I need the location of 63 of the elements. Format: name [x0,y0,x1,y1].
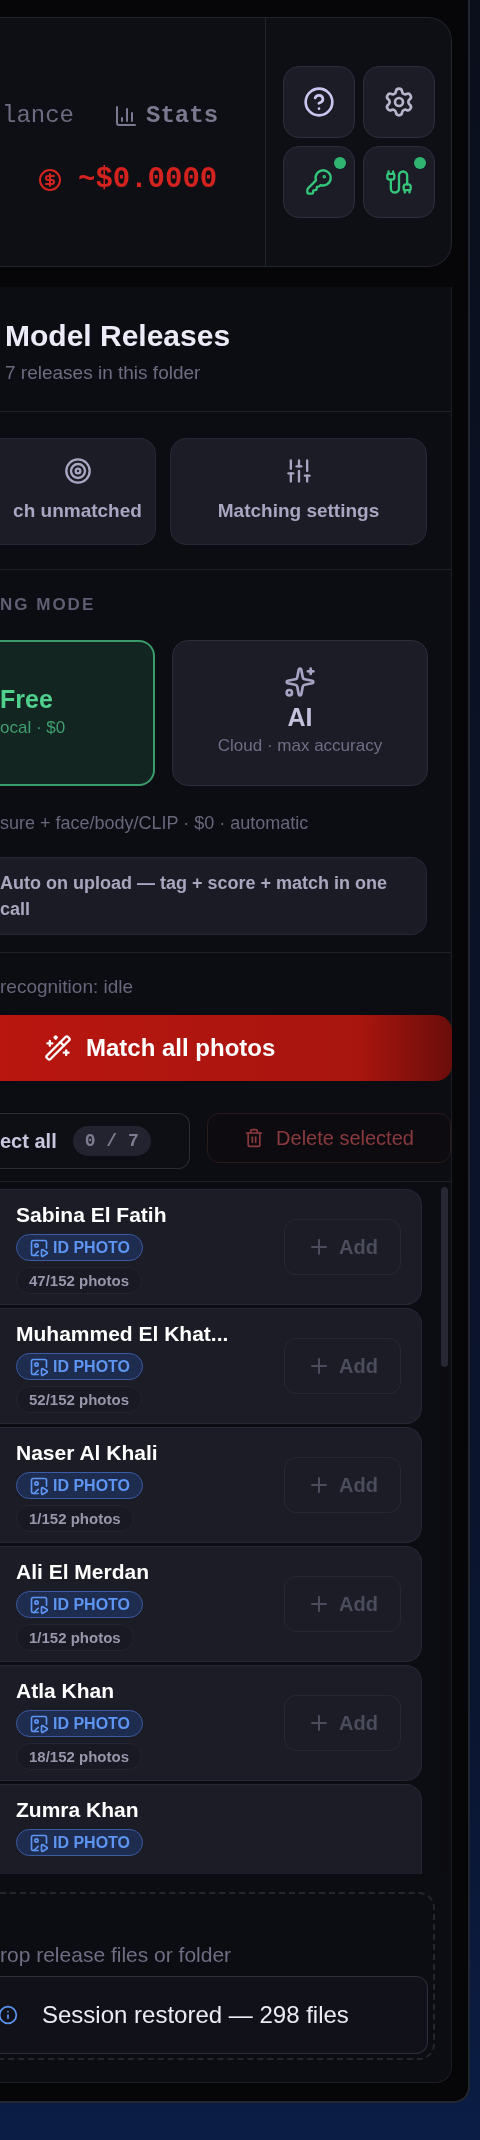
dollar-icon [38,167,62,192]
info-icon [0,2003,18,2027]
model-name: Sabina El Fatih [16,1202,167,1228]
key-icon [305,168,333,196]
select-all-button[interactable]: ect all 0 / 7 [0,1113,190,1169]
selection-count: 0 / 7 [72,1126,151,1156]
badge-text: ID PHOTO [53,1356,131,1377]
settings-button[interactable] [363,66,435,138]
help-button[interactable] [283,66,355,138]
photo-count: 52/152 photos [16,1386,143,1414]
connection-button[interactable] [363,146,435,218]
badge-text: ID PHOTO [53,1713,131,1734]
sliders-icon [284,457,313,486]
image-icon [29,1475,49,1496]
mode-description: sure + face/body/CLIP · $0 · automatic [0,811,310,835]
photo-count: 1/152 photos [16,1624,134,1652]
photo-count: 1/152 photos [16,1505,134,1533]
cost-value: ~$0.0000 [78,162,218,198]
mode-option[interactable]: AI Cloud · max accuracy [172,639,428,786]
panel-title: Model Releases [5,318,232,354]
drop-zone-text: rop release files or folder [0,1941,233,1968]
badge-text: ID PHOTO [53,1237,131,1258]
image-icon [29,1713,49,1734]
action-button[interactable]: ch unmatched [0,438,156,545]
panel-subtitle: 7 releases in this folder [5,360,202,385]
bar-chart-icon [114,104,138,128]
badge-text: ID PHOTO [53,1594,131,1615]
toast-text: Session restored — 298 files [42,2000,349,2030]
mode-title: Free [0,684,53,716]
drop-zone[interactable]: rop release files or folder Session restored — 298 files [0,1892,435,2060]
match-all-button[interactable]: Match all photos [0,1015,452,1081]
api-key-button[interactable] [283,146,355,218]
image-icon [29,1237,49,1258]
mode-title: AI [287,702,313,734]
trash-icon [244,1128,265,1148]
stats-tab[interactable]: Stats [114,98,219,134]
sparkle-icon [284,666,316,699]
delete-selected-button: Delete selected [207,1113,451,1163]
section-heading: NG MODE [0,594,97,616]
balance-tab[interactable]: lance [2,98,74,134]
photo-count: 47/152 photos [16,1267,143,1295]
image-icon [29,1594,49,1615]
mode-subtitle: ocal · $0 [0,717,66,740]
image-icon [29,1832,49,1853]
settings-icon [383,86,415,118]
target-icon [63,457,92,486]
model-name: Zumra Khan [16,1797,139,1823]
model-name: Naser Al Khali [16,1440,158,1466]
plug-icon [385,168,413,196]
badge-text: ID PHOTO [53,1832,131,1853]
wand-icon [44,1034,72,1062]
action-button[interactable]: Matching settings [170,438,427,545]
mode-option[interactable]: Free ocal · $0 [0,639,155,786]
recognition-status: recognition: idle [0,974,135,999]
mode-subtitle: Cloud · max accuracy [217,735,383,758]
help-icon [303,86,335,118]
model-name: Ali El Merdan [16,1559,150,1585]
photo-count: 18/152 photos [16,1743,143,1771]
model-name: Atla Khan [16,1678,114,1704]
model-name: Muhammed El Khat... [16,1321,229,1347]
image-icon [29,1356,49,1377]
auto-upload-option[interactable]: Auto on upload — tag + score + match in one call [0,856,427,935]
badge-text: ID PHOTO [53,1475,131,1496]
